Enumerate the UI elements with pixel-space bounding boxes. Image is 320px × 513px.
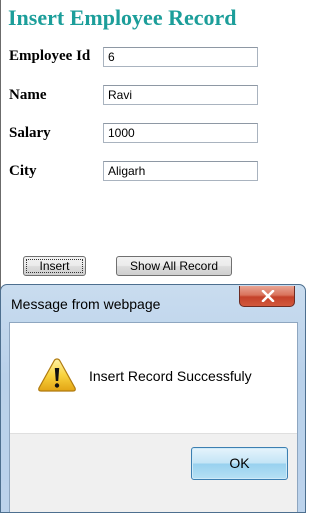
salary-input[interactable] (103, 123, 258, 143)
name-input[interactable] (103, 85, 258, 105)
insert-button-label: Insert (39, 259, 70, 273)
insert-button[interactable]: Insert (23, 256, 86, 276)
dialog-body: Insert Record Successfuly OK (9, 322, 298, 512)
close-icon (261, 290, 275, 302)
city-label: City (9, 163, 37, 179)
message-dialog: Message from webpage Insert Record Succe… (0, 284, 306, 513)
dialog-title: Message from webpage (11, 296, 161, 312)
salary-label: Salary (9, 125, 51, 141)
city-input[interactable] (103, 161, 258, 181)
show-all-record-button[interactable]: Show All Record (116, 256, 232, 276)
employee-id-label: Employee Id (9, 48, 91, 64)
ok-button[interactable]: OK (191, 447, 288, 480)
warning-icon (38, 358, 76, 392)
page-title: Insert Employee Record (8, 5, 237, 30)
employee-id-input[interactable] (103, 47, 258, 67)
close-button[interactable] (239, 286, 295, 307)
dialog-message: Insert Record Successfuly (89, 368, 252, 384)
name-label: Name (9, 87, 47, 103)
